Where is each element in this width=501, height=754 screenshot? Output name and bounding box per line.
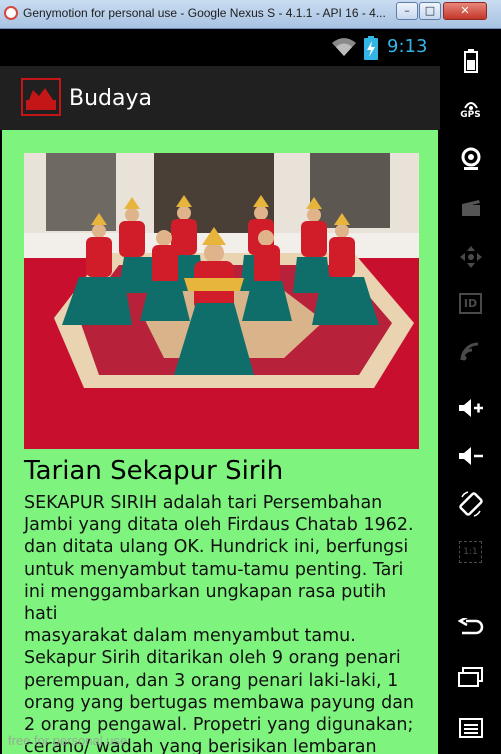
camera-icon [461,147,480,170]
genymotion-app-icon [4,6,18,20]
back-icon [457,618,483,635]
recent-apps-icon [457,667,483,687]
menu-icon [458,718,483,738]
article-body: SEKAPUR SIRIH adalah tari Persembahan Ja… [24,493,415,754]
scale-button: 1:1 [448,535,493,569]
minimize-button[interactable]: – [396,2,418,20]
dpad-icon [459,246,482,268]
app-logo-icon[interactable] [21,78,61,116]
video-icon [461,200,480,216]
genymotion-toolbar: GPS ID 1:1 [440,29,501,754]
wifi-icon [332,38,356,56]
status-bar: 9:13 [0,29,440,66]
gps-label: GPS [460,110,481,120]
android-screen: 9:13 Budaya Tarian Sekapur Sirih SEKAPUR… [0,29,440,754]
close-button[interactable]: ✕ [443,2,487,20]
window-titlebar: Genymotion for personal use - Google Nex… [0,0,501,29]
watermark-text: free for personal use [8,733,128,748]
clock: 9:13 [387,36,428,57]
id-widget-button: ID [448,286,493,320]
dance-photo [24,153,419,449]
dpad-widget-button [448,240,493,274]
action-bar: Budaya [0,66,440,130]
id-icon: ID [458,292,483,314]
rotate-icon [458,491,483,517]
rotate-button[interactable] [448,487,493,521]
camera-widget-button[interactable] [448,142,493,176]
gps-icon [463,102,478,110]
maximize-button[interactable]: □ [419,2,441,20]
volume-up-icon [458,399,483,417]
broadcast-widget-button [448,335,493,369]
article-title: Tarian Sekapur Sirih [24,456,284,486]
battery-tool-icon [463,49,478,73]
volume-down-button[interactable] [448,439,493,473]
back-button[interactable] [448,610,493,644]
article-content[interactable]: Tarian Sekapur Sirih SEKAPUR SIRIH adala… [2,130,438,754]
recent-apps-button[interactable] [448,660,493,694]
scale-icon: 1:1 [459,541,482,563]
window-title: Genymotion for personal use - Google Nex… [23,6,386,20]
gps-widget-button[interactable]: GPS [448,93,493,127]
battery-widget-button[interactable] [448,44,493,78]
volume-up-button[interactable] [448,391,493,425]
volume-down-icon [458,447,483,465]
menu-button[interactable] [448,711,493,745]
battery-icon [364,36,378,60]
video-widget-button [448,191,493,225]
action-bar-title: Budaya [69,86,152,111]
broadcast-icon [460,342,478,361]
